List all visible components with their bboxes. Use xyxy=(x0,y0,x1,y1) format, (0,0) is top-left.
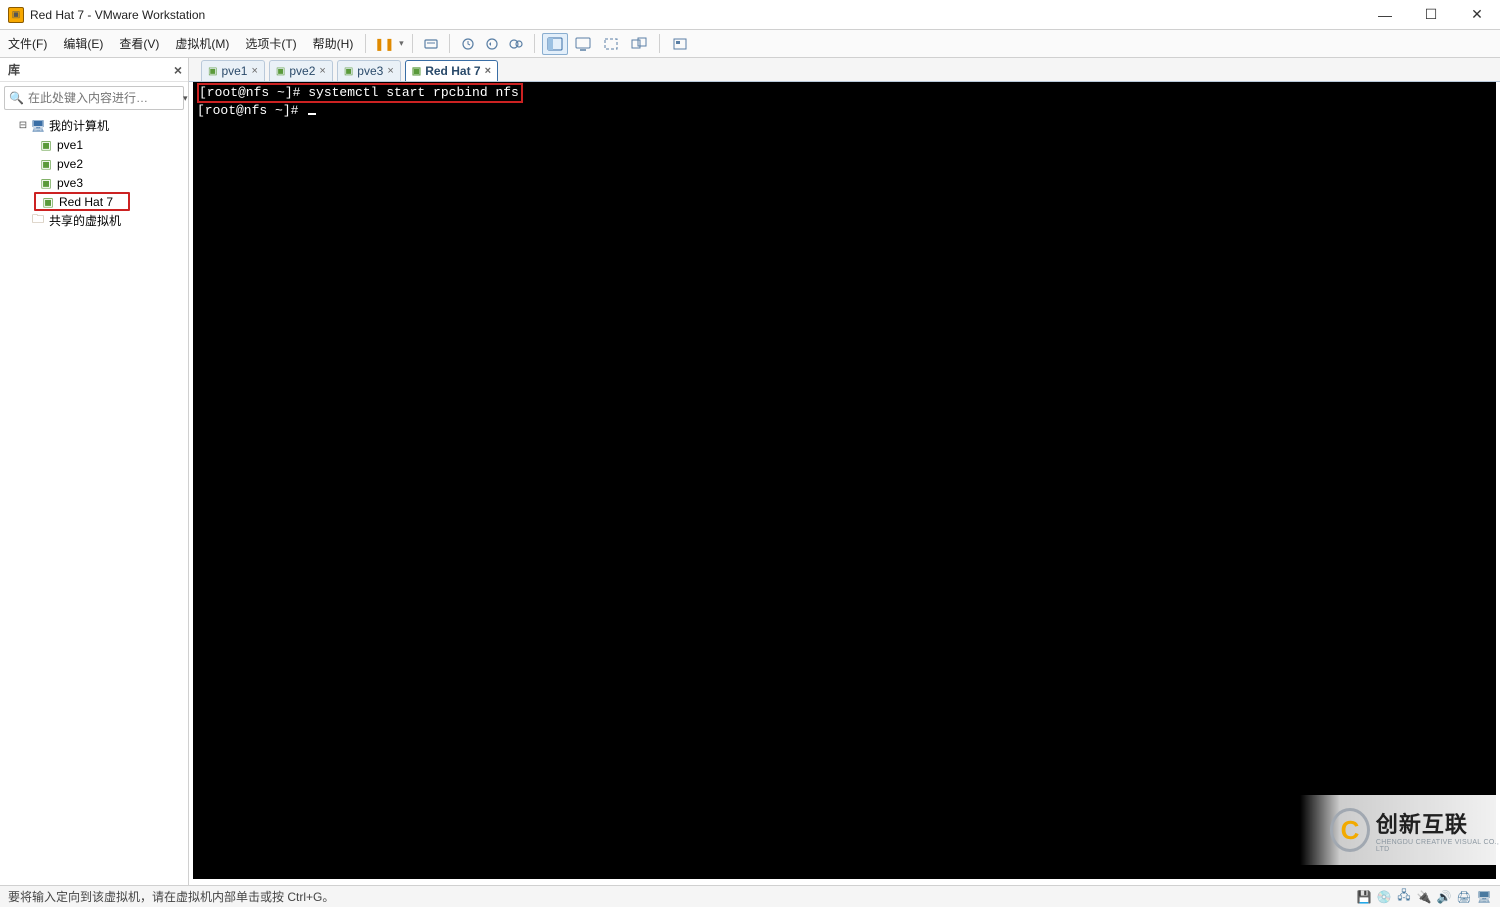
view-mode-console-button[interactable] xyxy=(570,33,596,55)
vm-icon: ▣ xyxy=(344,66,353,77)
tab-redhat7-active[interactable]: ▣ Red Hat 7 × xyxy=(405,60,498,81)
vm-icon: ▣ xyxy=(40,195,56,209)
view-mode-sidebar-button[interactable] xyxy=(542,33,568,55)
tree-shared-vms[interactable]: 🗀 共享的虚拟机 xyxy=(4,211,184,230)
close-button[interactable]: ✕ xyxy=(1454,0,1500,30)
sidebar-library: 库 × 🔍 ▾ ⊟ 🖥 我的计算机 ▣ pve1 ▣ pve2 ▣ xyxy=(0,58,189,885)
thumbnail-button[interactable] xyxy=(667,33,693,55)
menu-bar: 文件(F) 编辑(E) 查看(V) 虚拟机(M) 选项卡(T) 帮助(H) ❚❚… xyxy=(0,30,1500,58)
vm-tree: ⊟ 🖥 我的计算机 ▣ pve1 ▣ pve2 ▣ pve3 ▣ Red Hat… xyxy=(0,114,188,232)
tab-close-icon[interactable]: × xyxy=(251,65,257,77)
tree-item-label: Red Hat 7 xyxy=(59,195,113,209)
title-bar: ▣ Red Hat 7 - VMware Workstation — ☐ ✕ xyxy=(0,0,1500,30)
status-printer-icon[interactable]: 🖨 xyxy=(1456,889,1472,905)
menu-tabs[interactable]: 选项卡(T) xyxy=(237,30,304,57)
expand-placeholder xyxy=(16,215,30,226)
toolbar-divider xyxy=(412,34,413,53)
search-dropdown-icon[interactable]: ▾ xyxy=(183,93,188,104)
sidebar-close-button[interactable]: × xyxy=(174,62,182,78)
tab-pve2[interactable]: ▣ pve2 × xyxy=(269,60,333,81)
status-bar: 要将输入定向到该虚拟机，请在虚拟机内部单击或按 Ctrl+G。 💾 💿 🖧 🔌 … xyxy=(0,885,1500,907)
tab-close-icon[interactable]: × xyxy=(387,65,393,77)
toolbar-divider xyxy=(659,34,660,53)
tab-close-icon[interactable]: × xyxy=(319,65,325,77)
watermark-logo: C 创新互联 CHENGDU CREATIVE VISUAL CO., LTD xyxy=(1300,795,1500,865)
tab-label: Red Hat 7 xyxy=(425,64,480,78)
menu-vm[interactable]: 虚拟机(M) xyxy=(167,30,237,57)
tree-item-pve1[interactable]: ▣ pve1 xyxy=(4,135,184,154)
tree-root-label: 我的计算机 xyxy=(49,117,109,134)
tab-close-icon[interactable]: × xyxy=(485,65,491,77)
tree-item-redhat7-selected[interactable]: ▣ Red Hat 7 xyxy=(34,192,130,211)
terminal-cursor xyxy=(308,113,316,115)
status-usb-icon[interactable]: 🔌 xyxy=(1416,889,1432,905)
vm-tab-strip: ▣ pve1 × ▣ pve2 × ▣ pve3 × ▣ Red Hat 7 × xyxy=(189,58,1500,82)
status-cd-icon[interactable]: 💿 xyxy=(1376,889,1392,905)
tree-item-pve2[interactable]: ▣ pve2 xyxy=(4,154,184,173)
tree-item-label: pve2 xyxy=(57,157,83,171)
tab-label: pve3 xyxy=(357,64,383,78)
snapshot-manager-button[interactable] xyxy=(504,36,528,52)
status-text: 要将输入定向到该虚拟机，请在虚拟机内部单击或按 Ctrl+G。 xyxy=(8,888,334,905)
status-device-icons: 💾 💿 🖧 🔌 🔊 🖨 🖥 xyxy=(1356,889,1492,905)
maximize-button[interactable]: ☐ xyxy=(1408,0,1454,30)
vm-icon: ▣ xyxy=(276,66,285,77)
minimize-button[interactable]: — xyxy=(1362,0,1408,30)
tree-item-pve3[interactable]: ▣ pve3 xyxy=(4,173,184,192)
tab-pve3[interactable]: ▣ pve3 × xyxy=(337,60,401,81)
content-area: ▣ pve1 × ▣ pve2 × ▣ pve3 × ▣ Red Hat 7 × xyxy=(189,58,1500,885)
toolbar-divider xyxy=(449,34,450,53)
highlighted-command: [root@nfs ~]# systemctl start rpcbind nf… xyxy=(197,83,523,103)
main-area: 库 × 🔍 ▾ ⊟ 🖥 我的计算机 ▣ pve1 ▣ pve2 ▣ xyxy=(0,58,1500,885)
power-dropdown[interactable]: ▾ xyxy=(396,38,406,49)
computer-icon: 🖥 xyxy=(30,119,46,133)
tree-root-my-computer[interactable]: ⊟ 🖥 我的计算机 xyxy=(4,116,184,135)
vm-console-terminal[interactable]: [root@nfs ~]# systemctl start rpcbind nf… xyxy=(193,82,1496,879)
window-title: Red Hat 7 - VMware Workstation xyxy=(30,8,205,22)
tree-item-label: pve1 xyxy=(57,138,83,152)
tab-pve1[interactable]: ▣ pve1 × xyxy=(201,60,265,81)
unity-button[interactable] xyxy=(626,33,652,55)
vm-icon: ▣ xyxy=(38,157,54,171)
toolbar-divider xyxy=(534,34,535,53)
status-sound-icon[interactable]: 🔊 xyxy=(1436,889,1452,905)
watermark-text-small: CHENGDU CREATIVE VISUAL CO., LTD xyxy=(1376,839,1500,853)
sidebar-search[interactable]: 🔍 ▾ xyxy=(4,86,184,110)
fullscreen-button[interactable] xyxy=(598,33,624,55)
search-input[interactable] xyxy=(28,91,183,105)
vm-icon: ▣ xyxy=(38,138,54,152)
watermark-badge-icon: C xyxy=(1330,808,1370,852)
menu-help[interactable]: 帮助(H) xyxy=(305,30,362,57)
tab-label: pve2 xyxy=(289,64,315,78)
shared-folder-icon: 🗀 xyxy=(30,214,46,228)
tree-item-label: pve3 xyxy=(57,176,83,190)
terminal-container: [root@nfs ~]# systemctl start rpcbind nf… xyxy=(189,82,1500,885)
status-network-icon[interactable]: 🖧 xyxy=(1396,889,1412,905)
search-icon: 🔍 xyxy=(9,91,24,105)
toolbar-divider xyxy=(365,34,366,53)
send-ctrl-alt-del-icon[interactable] xyxy=(419,36,443,52)
revert-snapshot-button[interactable] xyxy=(480,36,504,52)
vm-icon: ▣ xyxy=(412,66,421,77)
tab-label: pve1 xyxy=(221,64,247,78)
snapshot-button[interactable] xyxy=(456,36,480,52)
pause-button[interactable]: ❚❚ xyxy=(372,37,396,51)
vm-icon: ▣ xyxy=(38,176,54,190)
vm-icon: ▣ xyxy=(208,66,217,77)
tree-shared-label: 共享的虚拟机 xyxy=(49,212,121,229)
menu-file[interactable]: 文件(F) xyxy=(0,30,55,57)
collapse-icon[interactable]: ⊟ xyxy=(16,120,30,131)
vmware-app-icon: ▣ xyxy=(8,7,24,23)
status-disk-icon[interactable]: 💾 xyxy=(1356,889,1372,905)
sidebar-title: 库 xyxy=(8,61,20,78)
status-display-icon[interactable]: 🖥 xyxy=(1476,889,1492,905)
menu-edit[interactable]: 编辑(E) xyxy=(55,30,111,57)
window-controls: — ☐ ✕ xyxy=(1362,0,1500,30)
watermark-text-large: 创新互联 xyxy=(1376,807,1500,839)
terminal-prompt: [root@nfs ~]# xyxy=(197,103,306,118)
sidebar-header: 库 × xyxy=(0,58,188,82)
menu-view[interactable]: 查看(V) xyxy=(111,30,167,57)
